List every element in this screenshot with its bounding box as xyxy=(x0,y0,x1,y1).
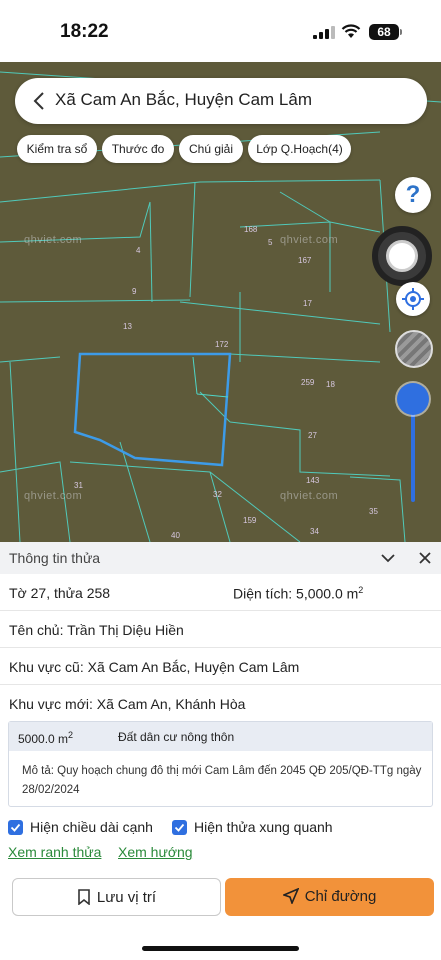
record-button-inner xyxy=(386,240,418,272)
zone-description: Mô tả: Quy hoạch chung đô thị mới Cam Lâ… xyxy=(22,765,422,796)
zone-type: Đất dân cư nông thôn xyxy=(118,730,235,744)
send-arrow-icon xyxy=(281,887,300,906)
parcel-label: 17 xyxy=(303,299,312,308)
record-button[interactable] xyxy=(372,226,432,286)
sheet-parcel: Tờ 27, thửa 258 xyxy=(9,585,111,601)
parcel-label: 13 xyxy=(123,322,132,331)
parcel-label: 32 xyxy=(213,490,222,499)
edge-length-label[interactable]: Hiện chiều dài cạnh xyxy=(30,819,153,835)
chip-measure[interactable]: Thước đo xyxy=(102,135,174,163)
help-button[interactable]: ? xyxy=(395,177,431,213)
chevron-down-icon[interactable] xyxy=(380,550,396,566)
save-location-button[interactable]: Lưu vị trí xyxy=(12,878,221,916)
neighbors-checkbox[interactable] xyxy=(172,820,187,835)
parcel-label: 18 xyxy=(326,380,335,389)
old-area: Khu vực cũ: Xã Cam An Bắc, Huyện Cam Lâm xyxy=(9,659,300,675)
option-row: Hiện chiều dài cạnh Hiện thửa xung quanh xyxy=(8,818,433,838)
opacity-slider-knob[interactable] xyxy=(397,383,429,415)
owner-name: Tên chủ: Trần Thị Diệu Hiền xyxy=(9,622,184,638)
bookmark-icon xyxy=(78,889,90,906)
location-title: Xã Cam An Bắc, Huyện Cam Lâm xyxy=(55,90,313,109)
parcel-label: 5 xyxy=(268,238,273,247)
parcel-label: 31 xyxy=(74,481,83,490)
zoning-box: 5000.0 m2 Đất dân cư nông thôn Mô tả: Qu… xyxy=(8,721,433,807)
back-arrow-icon[interactable] xyxy=(29,89,49,113)
chip-planning-layers[interactable]: Lớp Q.Hoạch(4) xyxy=(248,135,351,163)
area-text: Diện tích: 5,000.0 m xyxy=(233,585,359,602)
zone-area: 5000.0 m2 xyxy=(18,730,73,746)
parcel-label: 34 xyxy=(310,527,319,536)
map-view[interactable]: qhviet.com qhviet.com qhviet.com qhviet.… xyxy=(0,62,441,542)
chip-legend[interactable]: Chú giải xyxy=(179,135,243,163)
parcel-label: 4 xyxy=(136,246,141,255)
save-location-label: Lưu vị trí xyxy=(96,889,157,906)
map-watermark: qhviet.com xyxy=(24,234,83,246)
row-new-area: Khu vực mới: Xã Cam An, Khánh Hòa xyxy=(0,685,441,722)
wifi-icon xyxy=(341,24,361,38)
row-owner: Tên chủ: Trần Thị Diệu Hiền xyxy=(0,611,441,648)
neighbors-label[interactable]: Hiện thửa xung quanh xyxy=(194,819,333,835)
map-watermark: qhviet.com xyxy=(280,234,339,246)
view-boundary-link[interactable]: Xem ranh thửa xyxy=(8,844,101,860)
area-value: Diện tích: 5,000.0 m2 xyxy=(233,585,363,602)
search-bar[interactable]: Xã Cam An Bắc, Huyện Cam Lâm xyxy=(15,78,427,124)
map-watermark: qhviet.com xyxy=(280,490,339,502)
layer-switch-button[interactable] xyxy=(395,330,433,368)
chip-check-book[interactable]: Kiểm tra sổ xyxy=(17,135,97,163)
parcel-label: 35 xyxy=(369,507,378,516)
parcel-label: 159 xyxy=(243,516,257,525)
directions-button[interactable]: Chỉ đường xyxy=(225,878,434,916)
parcel-label: 167 xyxy=(298,256,312,265)
battery-tip xyxy=(400,29,402,35)
locate-button[interactable] xyxy=(396,282,430,316)
new-area: Khu vực mới: Xã Cam An, Khánh Hòa xyxy=(9,696,246,712)
parcel-label: 143 xyxy=(306,476,320,485)
parcel-label: 259 xyxy=(301,378,315,387)
close-icon[interactable] xyxy=(417,550,433,566)
panel-header: Thông tin thửa xyxy=(0,542,441,574)
status-bar: 18:22 68 xyxy=(0,0,441,62)
area-unit-sup: 2 xyxy=(358,585,364,595)
status-time: 18:22 xyxy=(60,21,109,42)
parcel-map xyxy=(0,71,441,542)
zoning-header: 5000.0 m2 Đất dân cư nông thôn xyxy=(9,722,432,751)
zone-area-text: 5000.0 m xyxy=(18,732,69,746)
parcel-info-panel: Thông tin thửa Tờ 27, thửa 258 Diện tích… xyxy=(0,542,441,960)
battery-icon: 68 xyxy=(369,24,399,40)
row-sheet-area: Tờ 27, thửa 258 Diện tích: 5,000.0 m2 xyxy=(0,574,441,611)
directions-label: Chỉ đường xyxy=(304,888,377,905)
map-watermark: qhviet.com xyxy=(24,490,83,502)
edge-length-checkbox[interactable] xyxy=(8,820,23,835)
parcel-label: 9 xyxy=(132,287,137,296)
view-direction-link[interactable]: Xem hướng xyxy=(118,844,193,860)
opacity-slider-track[interactable] xyxy=(411,407,415,502)
home-indicator xyxy=(142,946,299,951)
panel-title: Thông tin thửa xyxy=(9,550,101,566)
signal-icon xyxy=(313,26,335,39)
parcel-label: 168 xyxy=(244,225,258,234)
parcel-label: 27 xyxy=(308,431,317,440)
zone-area-sup: 2 xyxy=(68,730,74,740)
parcel-label: 172 xyxy=(215,340,229,349)
row-old-area: Khu vực cũ: Xã Cam An Bắc, Huyện Cam Lâm xyxy=(0,648,441,685)
locate-icon xyxy=(402,288,424,310)
parcel-label: 40 xyxy=(171,531,180,540)
